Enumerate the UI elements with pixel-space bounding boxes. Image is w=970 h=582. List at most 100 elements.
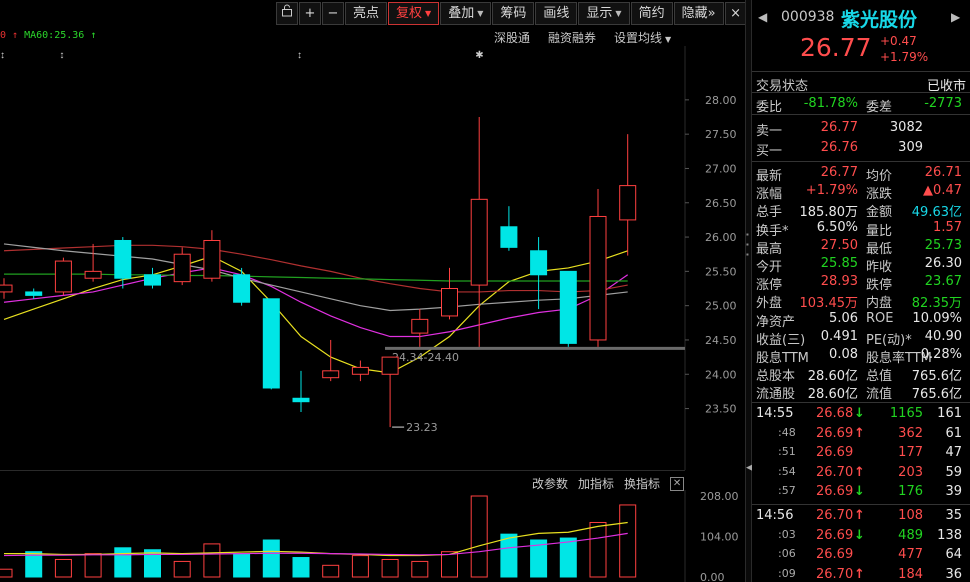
tick-price: 26.69 <box>816 445 854 461</box>
volume-chart[interactable]: 208.00 104.00 0.00 <box>0 490 745 582</box>
price-tick-label: 24.00 <box>705 368 737 381</box>
tick-row: :09 26.70 ↑ 184 36 <box>752 566 970 582</box>
adjust-rights-dropdown[interactable]: 复权 ▼ <box>388 2 440 25</box>
candle-up <box>470 198 488 286</box>
stat-value: 0.491 <box>820 328 858 344</box>
tick-group: 14:56 26.70 ↑ 108 35:03 26.69 ↓ 489 138:06 26.69 4… <box>752 505 970 582</box>
volume-bar <box>559 537 577 578</box>
caret-down-icon: ▼ <box>477 9 484 18</box>
stat-label: 最低 <box>866 241 893 257</box>
tick-volume: 362 <box>898 425 923 441</box>
arrow-up-icon: ↑ <box>854 425 865 441</box>
tick-row: 14:56 26.70 ↑ 108 35 <box>752 507 970 526</box>
price-tick-label: 25.00 <box>705 300 737 313</box>
stat-label: 内盘 <box>866 296 893 312</box>
tick-volume: 176 <box>898 484 923 499</box>
stat-value: 23.67 <box>924 274 962 290</box>
stat-label: 总手 <box>756 205 783 221</box>
volume-bar <box>381 558 399 578</box>
candle-down <box>559 270 577 344</box>
stat-row: 流通股 28.60亿 流值 765.6亿 <box>752 382 970 403</box>
tick-group: 14:55 26.68 ↓ 1165 161:48 26.69 ↑ 362 61:51 26.69… <box>752 403 970 506</box>
simple-button[interactable]: 简约 <box>630 2 673 25</box>
tick-time: 14:55 <box>756 406 794 422</box>
chart-toolbar: + − 亮点 复权 ▼ 叠加 ▼ 筹码 画线 显示 ▼ 简约 隐藏» × <box>276 0 748 27</box>
prev-stock-icon[interactable]: ◀ <box>758 10 767 24</box>
candle-up <box>589 215 607 341</box>
stat-label: ROE <box>866 310 894 326</box>
ask-row[interactable]: 卖一 26.77 3082 <box>752 119 970 139</box>
lock-icon[interactable] <box>276 2 298 25</box>
zoom-out-button[interactable]: − <box>322 2 344 25</box>
tick-row: :06 26.69 477 64 <box>752 546 970 565</box>
tick-price: 26.69 <box>816 527 854 543</box>
stat-value: 0.08 <box>829 346 858 362</box>
tick-volume: 108 <box>898 508 923 524</box>
tick-volume: 489 <box>898 527 923 543</box>
price-tick-label: 27.00 <box>705 162 737 175</box>
chips-button[interactable]: 筹码 <box>492 2 535 25</box>
stat-value: 28.93 <box>820 274 858 290</box>
event-marker-icon: ↕ <box>0 50 5 61</box>
volume-bar <box>173 560 191 578</box>
stat-value: 28.60亿 <box>807 387 858 403</box>
tick-count: 59 <box>945 464 962 480</box>
stat-value: 28.60亿 <box>807 369 858 385</box>
hk-connect-link[interactable]: 深股通 <box>494 29 530 46</box>
volume-tick-label: 104.00 <box>700 531 739 544</box>
stat-row: 净资产 5.06 ROE 10.09% <box>752 310 970 330</box>
stat-label: 量比 <box>866 223 893 239</box>
volume-bar <box>292 557 310 578</box>
stat-label: 流值 <box>866 387 893 403</box>
candle-up <box>411 318 429 334</box>
kline-chart-panel[interactable]: + − 亮点 复权 ▼ 叠加 ▼ 筹码 画线 显示 ▼ 简约 隐藏» × 0 ↑ MA… <box>0 0 748 582</box>
tick-count: 161 <box>937 406 962 422</box>
tick-volume: 203 <box>898 464 923 480</box>
tick-volume: 177 <box>898 445 923 461</box>
stat-value: 40.90 <box>924 328 962 344</box>
event-marker-icon: ↕ <box>297 50 302 61</box>
zoom-in-button[interactable]: + <box>299 2 321 25</box>
candle-down <box>292 397 310 403</box>
panel-splitter[interactable]: ▪ ▪ ▪ ◀ <box>745 0 753 582</box>
close-chart-button[interactable]: × <box>724 2 747 25</box>
stat-row: 涨幅 +1.79% 涨跌 ▲0.47 <box>752 182 970 202</box>
next-stock-icon[interactable]: ▶ <box>951 10 960 24</box>
grip-icon: ▪ ▪ ▪ <box>746 230 749 259</box>
collapse-arrow-icon[interactable]: ◀ <box>746 462 753 473</box>
change-percent: +1.79% <box>880 50 929 64</box>
highlight-button[interactable]: 亮点 <box>345 2 388 25</box>
volume-bar <box>589 521 607 578</box>
ma-legend: 0 ↑ MA60:25.36 ↑ <box>0 30 96 41</box>
volume-bar <box>203 543 221 578</box>
hide-button[interactable]: 隐藏» <box>673 2 724 25</box>
tick-price: 26.69 <box>816 547 854 563</box>
tick-time: :51 <box>778 445 796 459</box>
status-section: 交易状态 已收市 <box>752 72 970 94</box>
margin-trading-link[interactable]: 融资融券 <box>548 29 596 46</box>
arrow-up-icon: ↑ <box>854 566 865 582</box>
volume-bar <box>233 553 251 578</box>
change-value: +0.47 <box>880 34 917 48</box>
trade-status-label: 交易状态 <box>756 79 809 94</box>
stat-value: 27.50 <box>820 237 858 253</box>
order-ratio-section: 委比 -81.78% 委差 -2773 <box>752 93 970 115</box>
chart-links: 深股通 融资融券 设置均线 ▼ <box>494 29 671 46</box>
stat-value: 82.35万 <box>911 296 962 312</box>
close-icon[interactable]: ✕ <box>670 476 685 491</box>
display-dropdown[interactable]: 显示 ▼ <box>578 2 630 25</box>
draw-line-button[interactable]: 画线 <box>535 2 578 25</box>
tick-count: 36 <box>945 566 962 582</box>
quote-panel: ◀ 000938 紫光股份 ▶ 26.77 +0.47 +1.79% 交易状态 … <box>752 0 970 582</box>
volume-bar <box>351 555 369 578</box>
range-bar <box>385 346 685 350</box>
tick-volume: 184 <box>898 566 923 582</box>
candle-up <box>203 239 221 279</box>
ma-settings-link[interactable]: 设置均线 ▼ <box>614 29 671 46</box>
ask-price: 26.77 <box>820 120 858 135</box>
order-book: 卖一 26.77 3082 买一 26.76 309 <box>752 115 970 162</box>
overlay-dropdown[interactable]: 叠加 ▼ <box>440 2 492 25</box>
candlestick-chart[interactable]: 28.00 27.50 27.00 26.50 26.00 25.50 25.00 24.50… <box>0 46 745 470</box>
bid-row[interactable]: 买一 26.76 309 <box>752 139 970 159</box>
tick-volume: 477 <box>898 547 923 563</box>
